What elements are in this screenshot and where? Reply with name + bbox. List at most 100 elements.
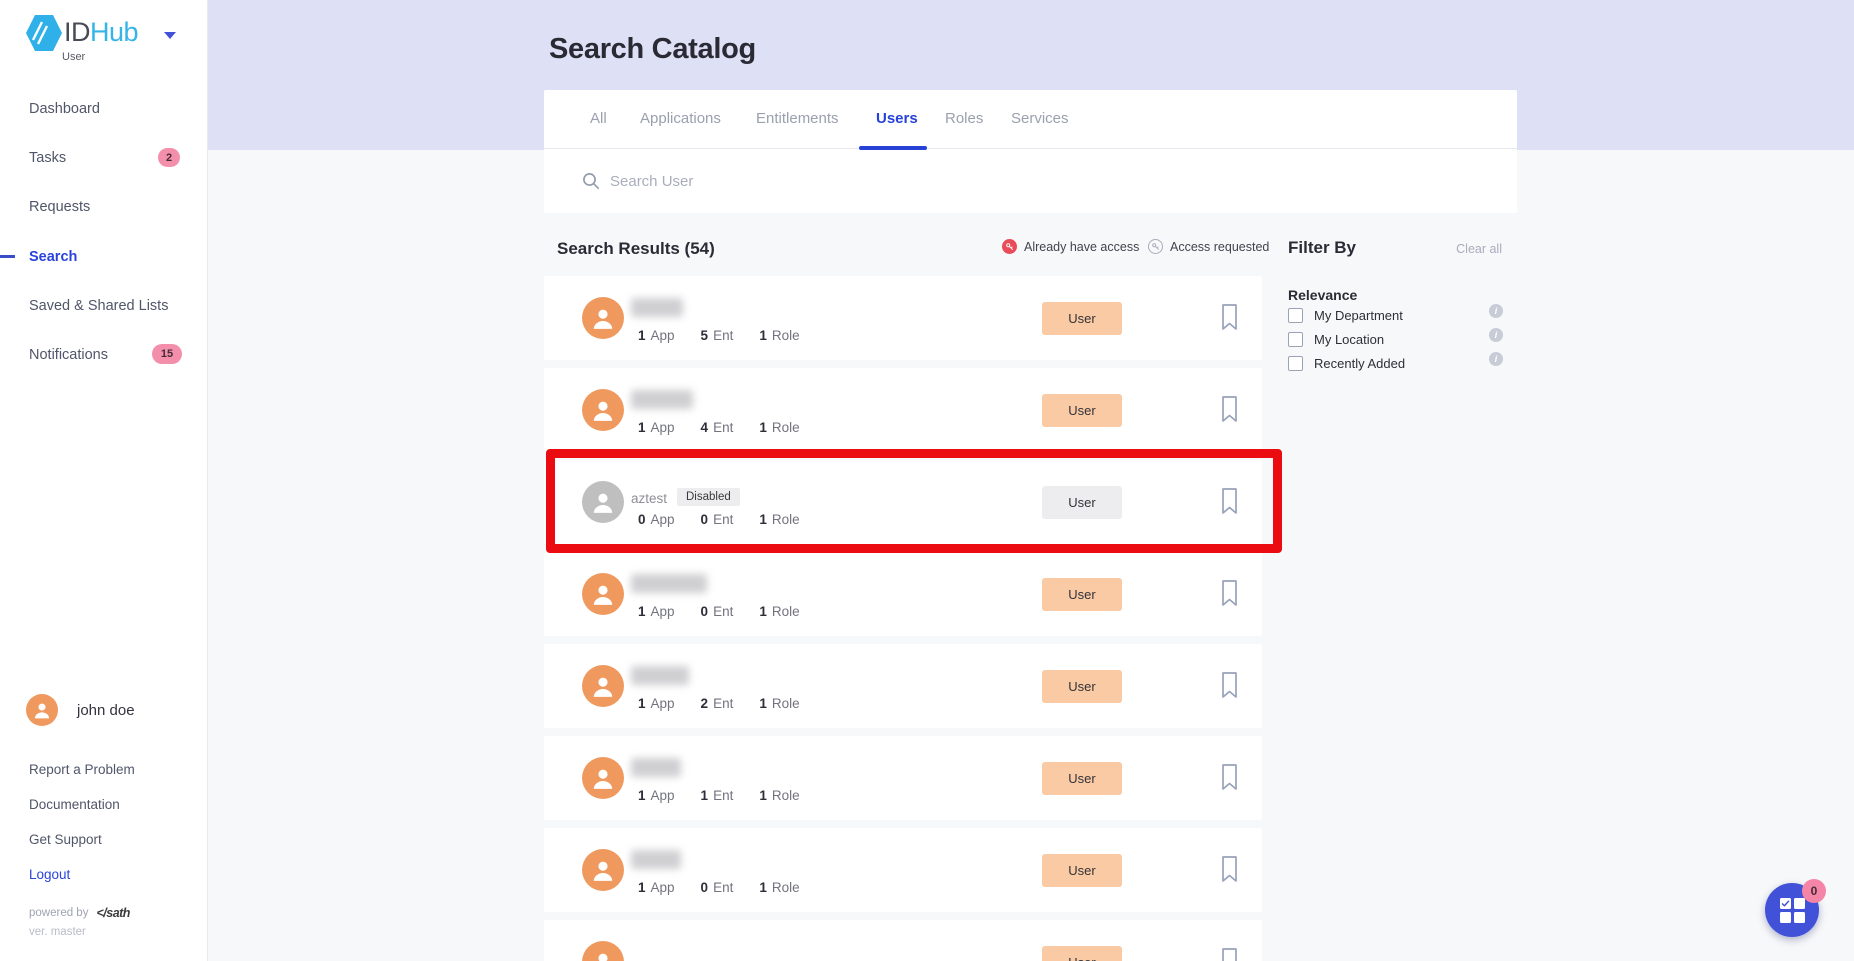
redacted-user-name — [631, 666, 689, 685]
user-avatar — [582, 297, 624, 339]
user-type-badge: User — [1042, 486, 1122, 519]
user-stats: 1App 5Ent 1Role — [638, 328, 826, 343]
redacted-user-name — [631, 574, 707, 593]
user-avatar — [582, 849, 624, 891]
info-icon[interactable]: i — [1489, 328, 1503, 342]
legend-label: Access requested — [1170, 240, 1269, 254]
info-icon[interactable]: i — [1489, 304, 1503, 318]
user-avatar — [582, 389, 624, 431]
tab-entitlements[interactable]: Entitlements — [756, 110, 839, 127]
bookmark-icon[interactable] — [1220, 763, 1239, 791]
sidebar-item-saved-shared-lists[interactable]: Saved & Shared Lists — [29, 298, 168, 314]
bookmark-icon[interactable] — [1220, 303, 1239, 331]
logo-subtitle: User — [62, 51, 85, 63]
user-stats: 1App 2Ent 1Role — [638, 696, 826, 711]
legend-already-have-access: Already have access — [1002, 239, 1139, 254]
search-result-row-aztest[interactable]: aztest Disabled 0App 0Ent 1Role User — [544, 460, 1262, 544]
bookmark-icon[interactable] — [1220, 579, 1239, 607]
user-stats: 1App 1Ent 1Role — [638, 788, 826, 803]
person-icon — [590, 765, 616, 791]
idhub-hexagon-icon — [26, 14, 62, 52]
filter-option-my-location[interactable]: My Location — [1288, 332, 1384, 347]
info-icon[interactable]: i — [1489, 352, 1503, 366]
chevron-down-icon[interactable] — [164, 32, 176, 39]
redacted-user-name — [631, 298, 683, 317]
user-type-badge: User — [1042, 854, 1122, 887]
user-type-badge: User — [1042, 762, 1122, 795]
bookmark-icon[interactable] — [1220, 487, 1239, 515]
user-type-badge: User — [1042, 394, 1122, 427]
person-icon — [590, 673, 616, 699]
tasks-count-badge: 2 — [158, 148, 180, 167]
disabled-status-badge: Disabled — [677, 488, 740, 506]
get-support-link[interactable]: Get Support — [29, 832, 102, 847]
legend-label: Already have access — [1024, 240, 1139, 254]
redacted-user-name — [631, 758, 681, 777]
legend-access-requested: Access requested — [1148, 239, 1269, 254]
logout-link[interactable]: Logout — [29, 867, 70, 882]
fab-count-badge: 0 — [1802, 879, 1826, 903]
powered-by: powered by </sath — [29, 906, 130, 920]
tab-all[interactable]: All — [590, 110, 607, 127]
tab-applications[interactable]: Applications — [640, 110, 721, 127]
bookmark-icon[interactable] — [1220, 947, 1239, 961]
user-avatar-disabled — [582, 481, 624, 523]
search-result-row[interactable]: 1App 4Ent 1Role User — [544, 368, 1262, 452]
sidebar-item-dashboard[interactable]: Dashboard — [29, 101, 100, 117]
person-icon — [590, 857, 616, 883]
logo-text: IDHub — [64, 17, 138, 48]
sidebar-item-notifications[interactable]: Notifications — [29, 347, 108, 363]
sidebar-item-requests[interactable]: Requests — [29, 199, 90, 215]
user-stats: 1App 0Ent 1Role — [638, 604, 826, 619]
person-icon — [590, 397, 616, 423]
filter-section-relevance: Relevance — [1288, 287, 1357, 303]
search-icon — [582, 172, 600, 190]
active-item-indicator — [0, 255, 15, 258]
redacted-user-name — [631, 390, 693, 409]
user-avatar — [582, 757, 624, 799]
grid-check-icon — [1780, 898, 1805, 923]
checkbox[interactable] — [1288, 356, 1303, 371]
user-type-badge: User — [1042, 302, 1122, 335]
search-input[interactable] — [610, 164, 1470, 198]
notifications-count-badge: 15 — [152, 344, 182, 364]
person-icon — [590, 581, 616, 607]
app-logo[interactable]: IDHub — [26, 14, 138, 52]
filter-option-recently-added[interactable]: Recently Added — [1288, 356, 1405, 371]
filter-heading: Filter By — [1288, 238, 1356, 258]
search-result-row[interactable]: User — [544, 920, 1262, 961]
bookmark-icon[interactable] — [1220, 395, 1239, 423]
search-card: All Applications Entitlements Users Role… — [544, 90, 1517, 213]
catalog-tabs: All Applications Entitlements Users Role… — [544, 90, 1517, 149]
user-profile[interactable]: john doe — [26, 694, 135, 726]
tab-users[interactable]: Users — [876, 110, 918, 127]
search-result-row[interactable]: 1App 5Ent 1Role User — [544, 276, 1262, 360]
documentation-link[interactable]: Documentation — [29, 797, 120, 812]
checkbox[interactable] — [1288, 332, 1303, 347]
sidebar-item-tasks[interactable]: Tasks — [29, 150, 66, 166]
tab-roles[interactable]: Roles — [945, 110, 983, 127]
person-icon — [590, 305, 616, 331]
person-icon — [590, 949, 616, 961]
report-problem-link[interactable]: Report a Problem — [29, 762, 135, 777]
user-type-badge: User — [1042, 670, 1122, 703]
bookmark-icon[interactable] — [1220, 855, 1239, 883]
search-result-row[interactable]: 1App 2Ent 1Role User — [544, 644, 1262, 728]
user-stats: 0App 0Ent 1Role — [638, 512, 826, 527]
user-name: aztest — [631, 491, 667, 506]
search-result-row[interactable]: 1App 0Ent 1Role User — [544, 552, 1262, 636]
user-avatar — [582, 573, 624, 615]
user-type-badge: User — [1042, 946, 1122, 961]
tab-services[interactable]: Services — [1011, 110, 1069, 127]
checkbox[interactable] — [1288, 308, 1303, 323]
powered-by-label: powered by — [29, 907, 88, 919]
filter-option-my-department[interactable]: My Department — [1288, 308, 1403, 323]
bookmark-icon[interactable] — [1220, 671, 1239, 699]
sidebar-item-search[interactable]: Search — [29, 249, 77, 265]
search-result-row[interactable]: 1App 1Ent 1Role User — [544, 736, 1262, 820]
profile-avatar — [26, 694, 58, 726]
sidebar: IDHub User Dashboard Tasks 2 Requests Se… — [0, 0, 208, 961]
search-result-row[interactable]: 1App 0Ent 1Role User — [544, 828, 1262, 912]
clear-all-button[interactable]: Clear all — [1432, 242, 1502, 256]
key-outline-icon — [1148, 239, 1163, 254]
